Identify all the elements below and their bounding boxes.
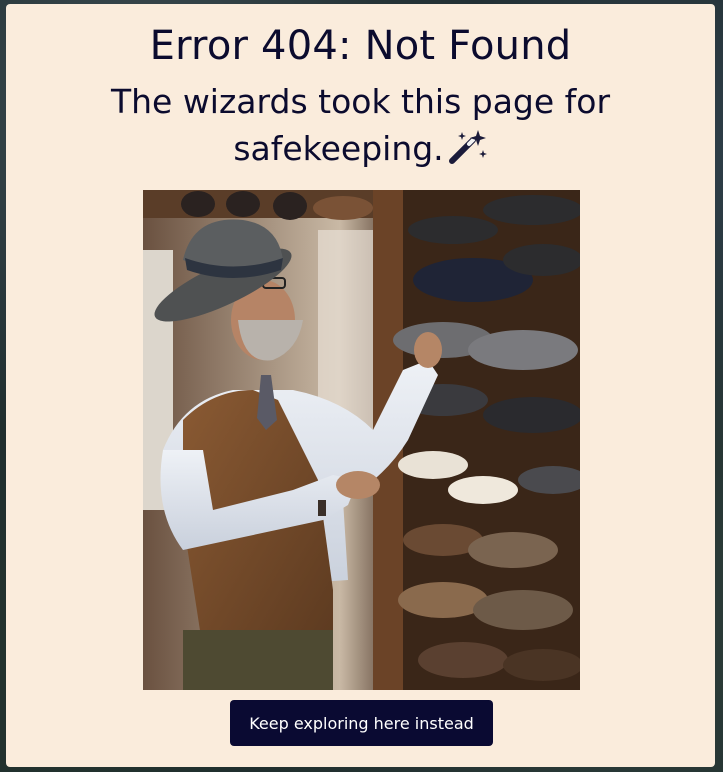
error-message: The wizards took this page for safekeepi…	[81, 78, 641, 176]
page-title: Error 404: Not Found	[149, 23, 572, 69]
hat-shop-photo-art	[143, 190, 580, 690]
error-card: Error 404: Not Found The wizards took th…	[6, 4, 715, 767]
hat-shop-photo	[143, 190, 580, 690]
keep-exploring-button[interactable]: Keep exploring here instead	[230, 700, 493, 746]
error-message-text: The wizards took this page for safekeepi…	[110, 82, 611, 168]
magic-wand-icon	[448, 128, 488, 176]
